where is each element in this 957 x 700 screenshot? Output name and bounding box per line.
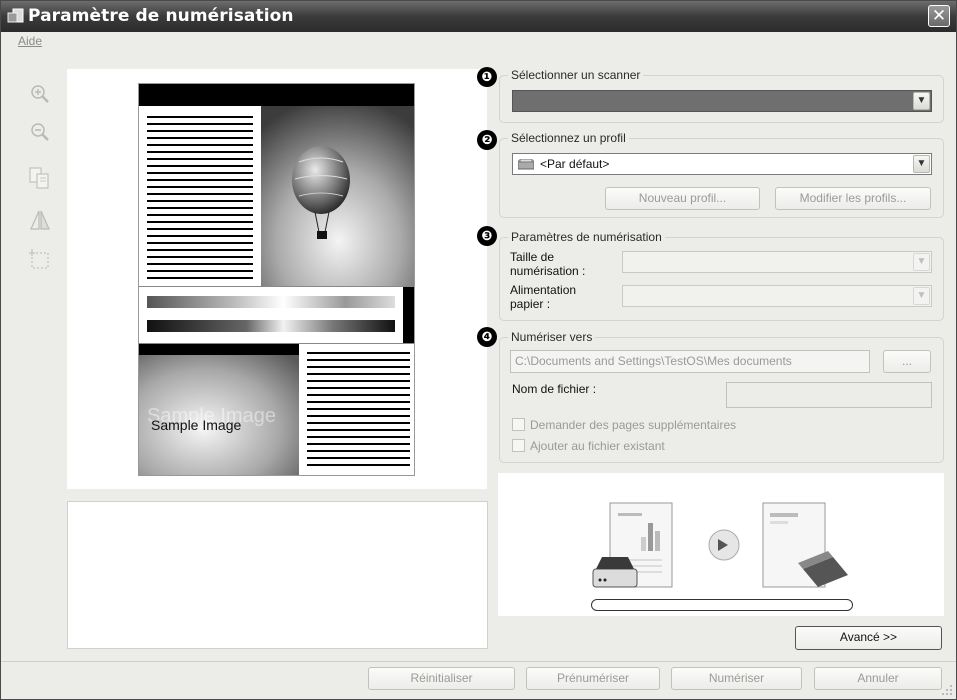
scan-progress-bar: [591, 599, 853, 611]
sample-caption: Sample Image: [151, 417, 241, 433]
step-3-badge: ❸: [477, 226, 497, 246]
append-file-label: Ajouter au fichier existant: [530, 439, 665, 453]
scan-size-select[interactable]: ▼: [622, 251, 932, 273]
edit-profiles-button[interactable]: Modifier les profils...: [775, 187, 931, 210]
menu-help[interactable]: Aide: [18, 34, 42, 48]
scan-params-group: Paramètres de numérisation Taille de num…: [499, 230, 944, 321]
crop-select-icon[interactable]: [27, 247, 53, 273]
menu-bar: Aide: [1, 32, 956, 52]
paper-feed-label-2: papier :: [510, 297, 551, 311]
paper-feed-select[interactable]: ▼: [622, 285, 932, 307]
step-2-badge: ❷: [477, 130, 497, 150]
paper-feed-label-1: Alimentation: [510, 283, 577, 297]
scan-size-label-2: numérisation :: [510, 264, 586, 278]
scan-button[interactable]: Numériser: [671, 667, 802, 690]
new-profile-button[interactable]: Nouveau profil...: [605, 187, 760, 210]
text-lines-bottom: [307, 352, 410, 466]
filename-field[interactable]: [726, 382, 932, 408]
arrow-right-icon: [708, 529, 740, 561]
copy-page-icon[interactable]: [27, 165, 53, 191]
footer-bar: Réinitialiser Prénumériser Numériser Ann…: [1, 661, 956, 699]
chevron-down-icon: ▼: [913, 155, 930, 173]
title-bar: Paramètre de numérisation ✕: [1, 1, 956, 32]
zoom-out-icon[interactable]: [27, 119, 53, 145]
thumbnail-area[interactable]: [67, 501, 488, 649]
step-1-badge: ❶: [477, 67, 497, 87]
scanner-profile-icon: [518, 159, 534, 170]
mirror-icon[interactable]: [27, 207, 53, 233]
chevron-down-icon: ▼: [913, 92, 930, 110]
resize-grip-icon[interactable]: [941, 684, 953, 696]
chevron-down-icon: ▼: [913, 287, 930, 305]
reset-button[interactable]: Réinitialiser: [368, 667, 515, 690]
append-file-checkbox[interactable]: [512, 439, 525, 452]
profile-value: <Par défaut>: [540, 157, 610, 171]
browse-button[interactable]: ...: [883, 350, 931, 373]
scanner-legend: Sélectionner un scanner: [508, 68, 644, 82]
close-icon: ✕: [931, 6, 947, 25]
text-lines-top: [147, 116, 253, 279]
scanner-group: Sélectionner un scanner ▼: [499, 68, 944, 123]
scan-to-legend: Numériser vers: [508, 330, 596, 344]
preview-document: Sample Image Sample Image: [138, 83, 415, 476]
step-4-badge: ❹: [477, 327, 497, 347]
filename-label: Nom de fichier :: [512, 382, 597, 396]
profile-legend: Sélectionnez un profil: [508, 131, 629, 145]
scan-params-legend: Paramètres de numérisation: [508, 230, 665, 244]
chevron-down-icon: ▼: [913, 253, 930, 271]
app-icon: [7, 8, 24, 23]
cancel-button[interactable]: Annuler: [814, 667, 942, 690]
more-pages-label: Demander des pages supplémentaires: [530, 418, 737, 432]
profile-select[interactable]: <Par défaut> ▼: [512, 153, 932, 175]
scanner-select[interactable]: ▼: [512, 90, 932, 112]
scanner-to-file-graphic: [592, 502, 848, 588]
zoom-in-icon[interactable]: [27, 81, 53, 107]
prescan-button[interactable]: Prénumériser: [526, 667, 660, 690]
output-file-icon: [762, 502, 848, 588]
save-path-field[interactable]: C:\Documents and Settings\TestOS\Mes doc…: [510, 350, 870, 373]
scan-size-label-1: Taille de: [510, 250, 555, 264]
scan-to-group: Numériser vers C:\Documents and Settings…: [499, 330, 944, 463]
window-title: Paramètre de numérisation: [28, 6, 294, 26]
scan-settings-window: Paramètre de numérisation ✕ Aide Sample …: [0, 0, 957, 700]
sample-page-graphic: Sample Image Sample Image: [139, 84, 414, 475]
more-pages-checkbox[interactable]: [512, 418, 525, 431]
scan-illustration: [498, 473, 944, 616]
profile-group: Sélectionnez un profil <Par défaut> ▼ No…: [499, 131, 944, 218]
close-button[interactable]: ✕: [928, 5, 950, 27]
advanced-button[interactable]: Avancé >>: [795, 626, 942, 650]
